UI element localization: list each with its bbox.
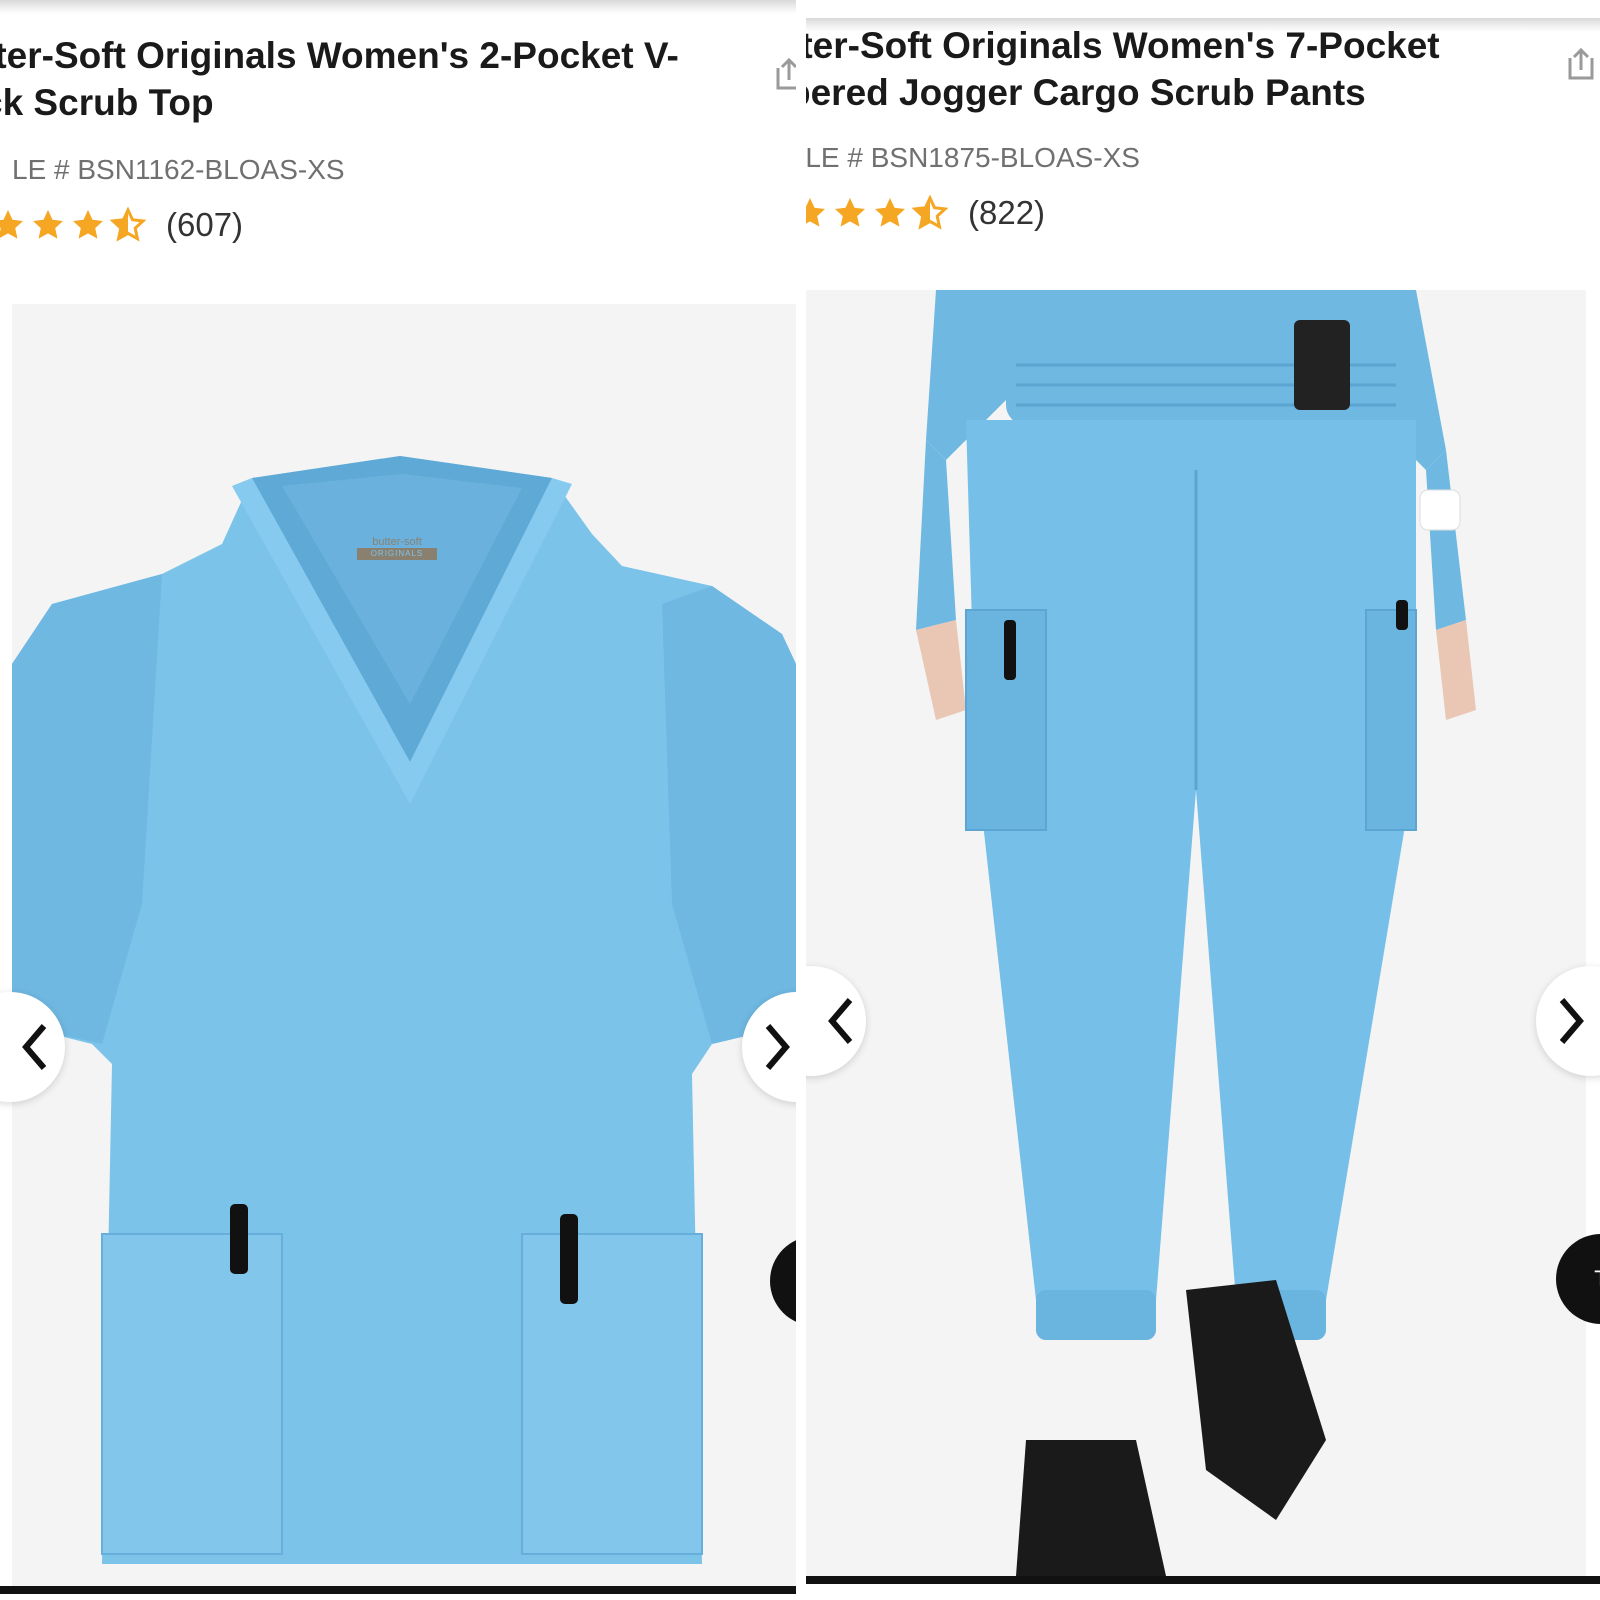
- product-title: tter-Soft Originals Women's 2-Pocket V- …: [0, 32, 679, 126]
- jogger-pants-illustration: [916, 290, 1476, 1576]
- share-icon[interactable]: [774, 57, 796, 92]
- star-rating: [806, 195, 948, 231]
- rating-row[interactable]: (822): [806, 194, 1045, 232]
- product-title-line2: pered Jogger Cargo Scrub Pants: [806, 72, 1366, 113]
- garment-label-brand: butter-soft: [372, 536, 422, 548]
- product-title-line2: ck Scrub Top: [0, 82, 214, 123]
- star-icon: [73, 210, 103, 239]
- chevron-left-icon: [22, 1024, 47, 1070]
- product-card-scrub-top: tter-Soft Originals Women's 2-Pocket V- …: [0, 0, 796, 1600]
- scrub-top-illustration: [12, 456, 796, 1564]
- review-count: (607): [166, 206, 244, 243]
- star-half-icon: [912, 195, 948, 230]
- star-icon: [806, 198, 825, 227]
- star-icon: [835, 198, 865, 227]
- star-rating: [0, 207, 146, 243]
- star-icon: [875, 198, 905, 227]
- product-title-line1: tter-Soft Originals Women's 2-Pocket V-: [0, 35, 679, 76]
- product-title: tter-Soft Originals Women's 7-Pocket per…: [806, 22, 1440, 116]
- rating-row[interactable]: (607): [0, 206, 243, 244]
- share-icon[interactable]: [1566, 47, 1596, 82]
- product-image-jogger-pants[interactable]: [806, 290, 1586, 1576]
- star-half-icon: [110, 207, 146, 242]
- chevron-left-icon: [828, 998, 853, 1044]
- product-card-jogger-pants: tter-Soft Originals Women's 7-Pocket per…: [806, 0, 1600, 1600]
- product-title-line1: tter-Soft Originals Women's 7-Pocket: [806, 25, 1440, 66]
- review-count: (822): [968, 194, 1046, 231]
- star-icon: [0, 210, 23, 239]
- style-number: 'LE # BSN1875-BLOAS-XS: [806, 142, 1140, 173]
- bottom-edge: [0, 1586, 796, 1594]
- chevron-right-icon: [765, 1024, 790, 1070]
- browser-top-edge: [0, 0, 796, 14]
- chevron-right-icon: [1559, 998, 1584, 1044]
- garment-label: butter-soft ORIGINALS: [357, 536, 437, 560]
- garment-label-sub: ORIGINALS: [357, 548, 437, 560]
- product-image-scrub-top[interactable]: butter-soft ORIGINALS: [12, 304, 796, 1586]
- bottom-edge: [806, 1576, 1600, 1584]
- floating-tab-label: T: [1594, 1266, 1600, 1292]
- star-icon: [33, 210, 63, 239]
- style-number: LE # BSN1162-BLOAS-XS: [12, 154, 345, 185]
